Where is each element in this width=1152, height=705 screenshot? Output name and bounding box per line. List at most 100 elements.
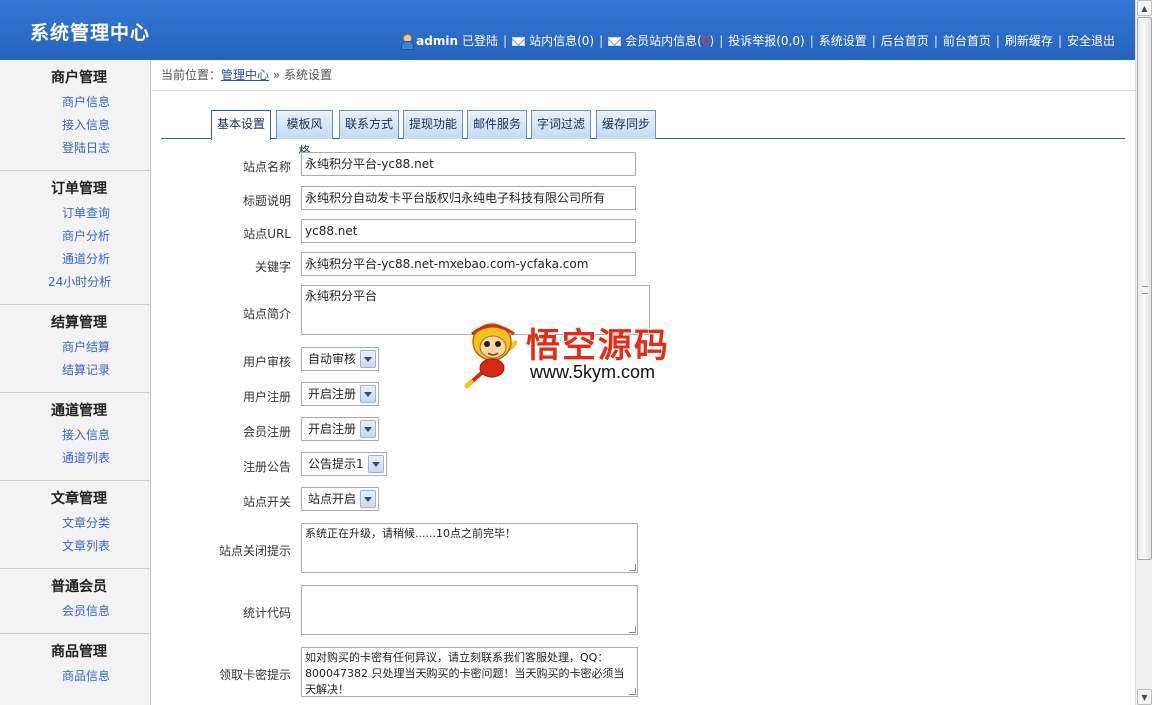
resize-grip-icon[interactable] xyxy=(629,564,636,571)
chevron-down-icon xyxy=(360,420,377,438)
front-home-link[interactable]: 前台首页 xyxy=(943,32,991,49)
top-nav: admin 已登陆 | 站内信息(0) | 会员站内信息(0) | 投诉举报(0… xyxy=(400,32,1115,50)
site-message-link[interactable]: 站内信息(0) xyxy=(529,32,594,49)
monkey-king-mascot-icon xyxy=(464,323,518,389)
menu-title: 订单管理 xyxy=(51,181,107,197)
close-tip-text: 系统正在升级，请稍候......10点之前完毕！ xyxy=(305,527,516,540)
site-switch-select[interactable]: 站点开启 xyxy=(301,487,380,511)
site-url-input[interactable]: yc88.net xyxy=(301,219,636,243)
menu-item-merchant-settlement[interactable]: 商户结算 xyxy=(0,336,150,359)
nav-separator: | xyxy=(933,33,938,48)
menu-item-merchant-analysis[interactable]: 商户分析 xyxy=(0,225,150,248)
watermark-title: 悟空源码 xyxy=(526,326,670,366)
register-notice-select[interactable]: 公告提示1 xyxy=(301,452,387,476)
menu-item-member-info[interactable]: 会员信息 xyxy=(0,600,150,623)
menu-title: 通道管理 xyxy=(51,403,107,419)
top-header: 系统管理中心 admin 已登陆 | 站内信息(0) | 会员站内信息(0) |… xyxy=(0,0,1135,60)
card-tip-textarea[interactable]: 如对购买的卡密有任何异议，请立刻联系我们客服处理，QQ：800047382 只处… xyxy=(301,647,638,697)
mail-icon xyxy=(608,37,622,46)
user-register-value: 开启注册 xyxy=(308,387,357,401)
menu-title: 普通会员 xyxy=(51,579,107,595)
menu-item-channel-list[interactable]: 通道列表 xyxy=(0,447,150,470)
tab-template[interactable]: 模板风格 xyxy=(276,110,333,158)
nav-separator: | xyxy=(503,33,508,48)
member-message-paren-close: ) xyxy=(709,34,715,48)
label-member-register: 会员注册 xyxy=(242,425,291,439)
stat-code-textarea[interactable] xyxy=(301,585,638,635)
logout-link[interactable]: 安全退出 xyxy=(1067,32,1115,49)
label-site-name: 站点名称 xyxy=(242,160,291,174)
nav-separator: | xyxy=(1057,33,1062,48)
mail-icon xyxy=(512,37,526,46)
label-title-desc: 标题说明 xyxy=(242,194,291,208)
site-message-count: (0) xyxy=(577,34,595,48)
tab-contact[interactable]: 联系方式 xyxy=(339,110,399,139)
complaint-link[interactable]: 投诉举报(0,0) xyxy=(728,32,804,49)
chevron-down-icon xyxy=(367,455,384,473)
refresh-cache-link[interactable]: 刷新缓存 xyxy=(1005,32,1053,49)
label-site-url: 站点URL xyxy=(243,227,291,241)
menu-title: 商户管理 xyxy=(51,70,107,86)
sidebar: 商户管理 商户信息 接入信息 登陆日志 订单管理 订单查询 商户分析 通道分析 … xyxy=(0,60,151,705)
resize-grip-icon[interactable] xyxy=(629,688,636,695)
title-desc-input[interactable]: 永纯积分自动发卡平台版权归永纯电子科技有限公司所有 xyxy=(301,186,636,210)
breadcrumb-current: 系统设置 xyxy=(284,68,333,82)
member-register-value: 开启注册 xyxy=(308,422,357,436)
menu-item-access-info[interactable]: 接入信息 xyxy=(0,114,150,137)
nav-separator: | xyxy=(599,33,604,48)
menu-group-product: 商品管理 商品信息 xyxy=(0,634,150,698)
user-review-value: 自动审核 xyxy=(308,352,357,366)
menu-item-login-log[interactable]: 登陆日志 xyxy=(0,137,150,160)
member-message-label: 会员站内信息 xyxy=(625,34,698,48)
menu-item-article-category[interactable]: 文章分类 xyxy=(0,512,150,535)
breadcrumb-home-link[interactable]: 管理中心 xyxy=(221,68,269,82)
menu-item-product-info[interactable]: 商品信息 xyxy=(0,665,150,688)
menu-group-order: 订单管理 订单查询 商户分析 通道分析 24小时分析 xyxy=(0,171,150,305)
member-message-link[interactable]: 会员站内信息(0) xyxy=(625,32,714,49)
chevron-down-icon xyxy=(360,490,377,508)
scroll-thumb[interactable] xyxy=(1137,17,1152,560)
label-user-register: 用户注册 xyxy=(242,390,291,404)
nav-separator: | xyxy=(995,33,1000,48)
breadcrumb-separator: » xyxy=(272,68,281,82)
label-register-notice: 注册公告 xyxy=(242,460,291,474)
menu-title: 结算管理 xyxy=(51,315,107,331)
menu-group-article: 文章管理 文章分类 文章列表 xyxy=(0,481,150,569)
user-icon xyxy=(400,33,415,50)
menu-item-settlement-records[interactable]: 结算记录 xyxy=(0,359,150,382)
menu-item-channel-analysis[interactable]: 通道分析 xyxy=(0,248,150,271)
menu-title: 文章管理 xyxy=(51,491,107,507)
menu-item-channel-access[interactable]: 接入信息 xyxy=(0,424,150,447)
admin-home-link[interactable]: 后台首页 xyxy=(881,32,929,49)
watermark: 悟空源码 www.5kym.com xyxy=(462,316,694,390)
label-close-tip: 站点关闭提示 xyxy=(218,544,291,558)
label-stat-code: 统计代码 xyxy=(242,606,291,620)
user-review-select[interactable]: 自动审核 xyxy=(301,347,380,371)
tab-mail[interactable]: 邮件服务 xyxy=(467,110,527,139)
label-keywords: 关键字 xyxy=(254,260,291,274)
menu-item-merchant-info[interactable]: 商户信息 xyxy=(0,91,150,114)
settings-link[interactable]: 系统设置 xyxy=(819,32,867,49)
label-site-intro: 站点简介 xyxy=(242,307,291,321)
tab-basic[interactable]: 基本设置 xyxy=(211,110,271,140)
menu-group-merchant: 商户管理 商户信息 接入信息 登陆日志 xyxy=(0,60,150,171)
close-tip-textarea[interactable]: 系统正在升级，请稍候......10点之前完毕！ xyxy=(301,523,638,573)
keywords-input[interactable]: 永纯积分平台-yc88.net-mxebao.com-ycfaka.com xyxy=(301,252,636,276)
label-card-tip: 领取卡密提示 xyxy=(218,668,291,682)
scroll-up-button[interactable]: ▲ xyxy=(1137,0,1152,16)
watermark-url: www.5kym.com xyxy=(530,362,656,382)
vertical-scrollbar[interactable]: ▲ ▼ xyxy=(1135,0,1152,705)
tab-withdraw[interactable]: 提现功能 xyxy=(403,110,463,139)
menu-item-article-list[interactable]: 文章列表 xyxy=(0,535,150,558)
menu-item-order-query[interactable]: 订单查询 xyxy=(0,202,150,225)
nav-separator: | xyxy=(871,33,876,48)
member-register-select[interactable]: 开启注册 xyxy=(301,417,380,441)
resize-grip-icon[interactable] xyxy=(629,626,636,633)
label-user-review: 用户审核 xyxy=(242,355,291,369)
user-register-select[interactable]: 开启注册 xyxy=(301,382,380,406)
tab-cache-sync[interactable]: 缓存同步 xyxy=(596,110,656,139)
tab-word-filter[interactable]: 字词过滤 xyxy=(531,110,591,139)
scroll-down-button[interactable]: ▼ xyxy=(1137,689,1152,705)
site-name-input[interactable]: 永纯积分平台-yc88.net xyxy=(301,152,636,176)
menu-item-24h-analysis[interactable]: 24小时分析 xyxy=(0,271,150,294)
